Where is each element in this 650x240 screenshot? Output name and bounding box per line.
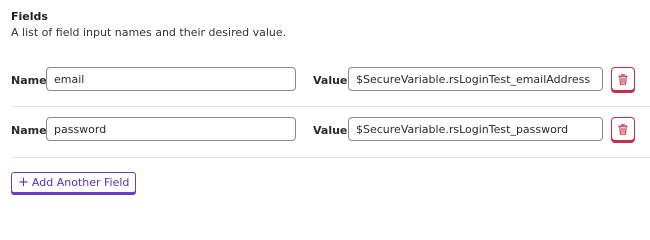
name-label: Name <box>11 124 47 137</box>
section-title: Fields <box>11 10 48 23</box>
field-row: Name Value <box>11 116 650 146</box>
trash-icon <box>618 73 628 85</box>
field-value-input[interactable] <box>348 67 603 91</box>
value-label: Value <box>313 74 348 87</box>
name-label: Name <box>11 74 47 87</box>
plus-icon: + <box>18 175 29 190</box>
field-name-input[interactable] <box>46 117 296 141</box>
delete-field-button[interactable] <box>611 117 635 141</box>
field-name-input[interactable] <box>46 67 296 91</box>
fields-panel: Fields A list of field input names and t… <box>0 0 650 204</box>
add-field-button[interactable]: + Add Another Field <box>11 172 137 193</box>
field-row: Name Value <box>11 66 650 96</box>
trash-icon <box>618 123 628 135</box>
row-divider <box>11 106 650 107</box>
value-label: Value <box>313 124 348 137</box>
row-divider <box>11 157 650 158</box>
section-description: A list of field input names and their de… <box>11 26 287 39</box>
add-field-label: Add Another Field <box>31 176 130 189</box>
delete-field-button[interactable] <box>611 67 635 91</box>
field-value-input[interactable] <box>348 117 603 141</box>
